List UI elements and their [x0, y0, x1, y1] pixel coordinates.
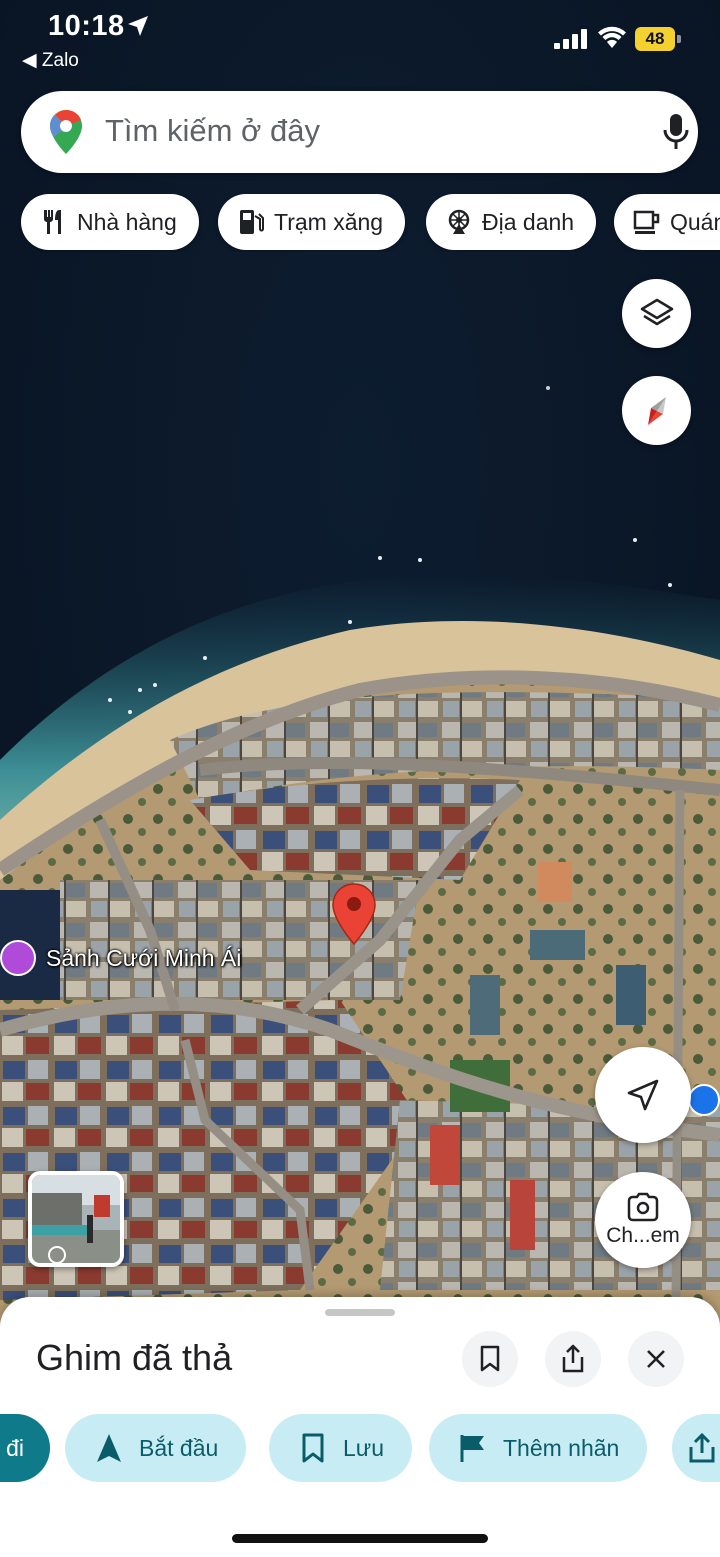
poi-label[interactable]: Sảnh Cưới Minh Ái	[46, 945, 241, 972]
share-icon	[689, 1432, 715, 1463]
chip-label: Địa danh	[482, 208, 575, 235]
shopping-cart-icon[interactable]	[688, 1084, 720, 1116]
action-label: Bắt đầu	[139, 1434, 219, 1461]
action-row: đi Bắt đầu Lưu Thêm nhãn	[0, 1414, 720, 1484]
chip-label: Trạm xăng	[274, 208, 384, 235]
share-icon-button[interactable]	[545, 1331, 601, 1387]
action-label: Lưu	[343, 1434, 384, 1461]
category-chips: Nhà hàng Trạm xăng Địa danh Quán cà phê	[0, 194, 720, 252]
lens-label: Ch...em	[606, 1224, 680, 1247]
add-label-button[interactable]: Thêm nhãn	[429, 1414, 648, 1482]
back-to-app-link[interactable]: ◀ Zalo	[22, 49, 79, 72]
chip-restaurants[interactable]: Nhà hàng	[21, 194, 199, 250]
chip-label: Quán cà phê	[670, 208, 720, 235]
status-time: 10:18	[48, 10, 125, 42]
coffee-icon	[633, 210, 660, 234]
google-maps-logo-icon	[50, 110, 82, 154]
dropped-pin-icon[interactable]	[331, 882, 377, 946]
fork-knife-icon	[44, 210, 61, 234]
chip-label: Nhà hàng	[77, 208, 177, 235]
place-bottom-sheet[interactable]: Ghim đã thả đi Bắt đầu Lưu Thêm nhãn	[0, 1297, 720, 1557]
camera-lens-icon	[627, 1192, 659, 1222]
home-indicator	[232, 1534, 488, 1543]
sheet-title: Ghim đã thả	[36, 1337, 233, 1378]
street-view-thumbnail[interactable]	[28, 1171, 124, 1267]
compass-icon	[647, 396, 666, 425]
wifi-icon	[598, 26, 626, 48]
share-button[interactable]	[672, 1414, 720, 1482]
sheet-drag-handle[interactable]	[325, 1309, 395, 1316]
chip-landmarks[interactable]: Địa danh	[426, 194, 597, 250]
layers-icon	[640, 298, 673, 325]
save-button[interactable]: Lưu	[269, 1414, 412, 1482]
my-location-button[interactable]	[595, 1047, 691, 1143]
start-button[interactable]: Bắt đầu	[65, 1414, 247, 1482]
microphone-icon[interactable]	[661, 113, 691, 151]
flag-icon	[460, 1435, 484, 1462]
bookmark-icon	[302, 1433, 324, 1463]
battery-level: 48	[635, 27, 675, 51]
google-lens-button[interactable]: Ch...em	[595, 1172, 691, 1268]
location-services-icon	[128, 16, 148, 36]
navigation-arrow-icon	[627, 1079, 659, 1111]
chip-cafes[interactable]: Quán cà phê	[614, 194, 720, 250]
compass-button[interactable]	[622, 376, 691, 445]
landmark-icon	[448, 209, 470, 234]
search-bar[interactable]: Tìm kiếm ở đây	[21, 91, 698, 173]
cellular-signal-icon	[554, 29, 587, 49]
battery-nub	[677, 35, 681, 43]
action-label: đi	[6, 1434, 24, 1461]
close-icon	[647, 1350, 665, 1368]
street-view-image	[32, 1175, 120, 1263]
map-layers-button[interactable]	[622, 279, 691, 348]
search-placeholder[interactable]: Tìm kiếm ở đây	[105, 113, 320, 149]
save-icon-button[interactable]	[462, 1331, 518, 1387]
gas-station-icon	[240, 210, 264, 234]
share-icon	[562, 1344, 584, 1373]
bookmark-icon	[480, 1345, 500, 1372]
close-sheet-button[interactable]	[628, 1331, 684, 1387]
navigation-arrow-icon	[97, 1434, 121, 1462]
status-bar: 10:18 ◀ Zalo 48	[0, 0, 720, 80]
chip-gas-stations[interactable]: Trạm xăng	[218, 194, 406, 250]
battery-indicator: 48	[635, 27, 681, 51]
action-label: Thêm nhãn	[503, 1434, 620, 1461]
wedding-venue-icon[interactable]	[0, 940, 36, 976]
directions-button[interactable]: đi	[0, 1414, 50, 1482]
